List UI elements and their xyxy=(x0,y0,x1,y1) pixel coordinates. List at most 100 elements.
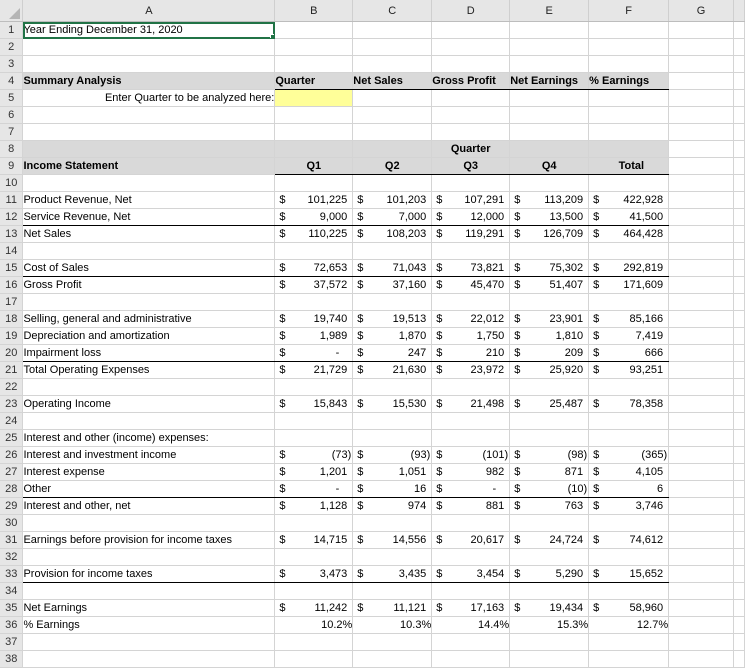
cell-e34[interactable] xyxy=(509,582,590,600)
cell-d9[interactable]: Q3 xyxy=(431,157,511,175)
row-header-23[interactable]: 23 xyxy=(0,395,24,413)
cell-g6[interactable] xyxy=(668,106,734,124)
cell-g12[interactable] xyxy=(668,208,734,226)
row-header-8[interactable]: 8 xyxy=(0,140,24,158)
cell-e18[interactable]: $23,901 xyxy=(509,310,590,328)
cell-f15[interactable]: $292,819 xyxy=(588,259,670,277)
cell-b30[interactable] xyxy=(274,514,354,532)
cell-c5[interactable] xyxy=(352,89,433,107)
cell-a10[interactable] xyxy=(22,174,276,192)
row-header-26[interactable]: 26 xyxy=(0,446,24,464)
cell-b36[interactable]: 10.2% xyxy=(274,616,354,634)
cell-g24[interactable] xyxy=(668,412,734,430)
cell-e30[interactable] xyxy=(509,514,590,532)
cell-e10[interactable] xyxy=(509,174,590,192)
cell-d28[interactable]: $ - xyxy=(431,480,511,498)
cell-a17[interactable] xyxy=(22,293,276,311)
row-header-7[interactable]: 7 xyxy=(0,123,24,141)
cell-g5[interactable] xyxy=(668,89,734,107)
cell-f24[interactable] xyxy=(588,412,670,430)
cell-b13[interactable]: $110,225 xyxy=(274,225,354,243)
cell-e21[interactable]: $25,920 xyxy=(509,361,590,379)
cell-f35[interactable]: $58,960 xyxy=(588,599,670,617)
cell-c6[interactable] xyxy=(352,106,433,124)
cell-f1[interactable] xyxy=(588,21,670,39)
cell-d33[interactable]: $3,454 xyxy=(431,565,511,583)
cell-e16[interactable]: $51,407 xyxy=(509,276,590,294)
cell-d3[interactable] xyxy=(431,55,511,73)
cell-d7[interactable] xyxy=(431,123,511,141)
cell-f22[interactable] xyxy=(588,378,670,396)
cell-d4[interactable]: Gross Profit xyxy=(431,72,511,90)
cell-g15[interactable] xyxy=(668,259,734,277)
cell-c34[interactable] xyxy=(352,582,433,600)
cell-g32[interactable] xyxy=(668,548,734,566)
cell-g19[interactable] xyxy=(668,327,734,345)
row-header-5[interactable]: 5 xyxy=(0,89,24,107)
cell-a28[interactable]: Other xyxy=(22,480,276,498)
cell-c27[interactable]: $1,051 xyxy=(352,463,433,481)
cell-c16[interactable]: $37,160 xyxy=(352,276,433,294)
row-header-31[interactable]: 31 xyxy=(0,531,24,549)
cell-f27[interactable]: $4,105 xyxy=(588,463,670,481)
cell-e8[interactable] xyxy=(509,140,590,158)
cell-e35[interactable]: $19,434 xyxy=(509,599,590,617)
cell-c20[interactable]: $247 xyxy=(352,344,433,362)
cell-c22[interactable] xyxy=(352,378,433,396)
cell-f7[interactable] xyxy=(588,123,670,141)
cell-e20[interactable]: $209 xyxy=(509,344,590,362)
cell-g7[interactable] xyxy=(668,123,734,141)
cell-d16[interactable]: $45,470 xyxy=(431,276,511,294)
cell-d1[interactable] xyxy=(431,21,511,39)
cell-e9[interactable]: Q4 xyxy=(509,157,590,175)
cell-b9[interactable]: Q1 xyxy=(274,157,354,175)
row-header-9[interactable]: 9 xyxy=(0,157,24,175)
cell-a16[interactable]: Gross Profit xyxy=(22,276,276,294)
cell-b34[interactable] xyxy=(274,582,354,600)
cell-f2[interactable] xyxy=(588,38,670,56)
cell-b6[interactable] xyxy=(274,106,354,124)
cell-g4[interactable] xyxy=(668,72,734,90)
cell-g16[interactable] xyxy=(668,276,734,294)
cell-e36[interactable]: 15.3% xyxy=(509,616,590,634)
cell-f4[interactable]: % Earnings xyxy=(588,72,670,90)
cell-c18[interactable]: $19,513 xyxy=(352,310,433,328)
cell-d25[interactable] xyxy=(431,429,511,447)
select-all-button[interactable] xyxy=(0,0,24,22)
row-header-22[interactable]: 22 xyxy=(0,378,24,396)
cell-c37[interactable] xyxy=(352,633,433,651)
row-header-36[interactable]: 36 xyxy=(0,616,24,634)
cell-b31[interactable]: $14,715 xyxy=(274,531,354,549)
cell-d24[interactable] xyxy=(431,412,511,430)
cell-e33[interactable]: $5,290 xyxy=(509,565,590,583)
row-header-21[interactable]: 21 xyxy=(0,361,24,379)
cell-d11[interactable]: $107,291 xyxy=(431,191,511,209)
cell-e12[interactable]: $13,500 xyxy=(509,208,590,226)
cell-f3[interactable] xyxy=(588,55,670,73)
cell-c26[interactable]: $ (93) xyxy=(352,446,433,464)
cell-g21[interactable] xyxy=(668,361,734,379)
cell-c33[interactable]: $3,435 xyxy=(352,565,433,583)
cell-a25[interactable]: Interest and other (income) expenses: xyxy=(22,429,276,447)
cell-c15[interactable]: $71,043 xyxy=(352,259,433,277)
cell-g28[interactable] xyxy=(668,480,734,498)
column-header-c[interactable]: C xyxy=(352,0,433,22)
cell-f36[interactable]: 12.7% xyxy=(588,616,670,634)
cell-g1[interactable] xyxy=(668,21,734,39)
cell-a29[interactable]: Interest and other, net xyxy=(22,497,276,515)
cell-e28[interactable]: $ (10) xyxy=(509,480,590,498)
column-header-h[interactable] xyxy=(733,0,745,22)
cell-a11[interactable]: Product Revenue, Net xyxy=(22,191,276,209)
row-header-30[interactable]: 30 xyxy=(0,514,24,532)
cell-a13[interactable]: Net Sales xyxy=(22,225,276,243)
cell-b22[interactable] xyxy=(274,378,354,396)
cell-f5[interactable] xyxy=(588,89,670,107)
row-header-17[interactable]: 17 xyxy=(0,293,24,311)
cell-c12[interactable]: $7,000 xyxy=(352,208,433,226)
cell-f12[interactable]: $41,500 xyxy=(588,208,670,226)
cell-e7[interactable] xyxy=(509,123,590,141)
cell-e5[interactable] xyxy=(509,89,590,107)
cell-b20[interactable]: $ - xyxy=(274,344,354,362)
cell-a8[interactable] xyxy=(22,140,276,158)
cell-b17[interactable] xyxy=(274,293,354,311)
